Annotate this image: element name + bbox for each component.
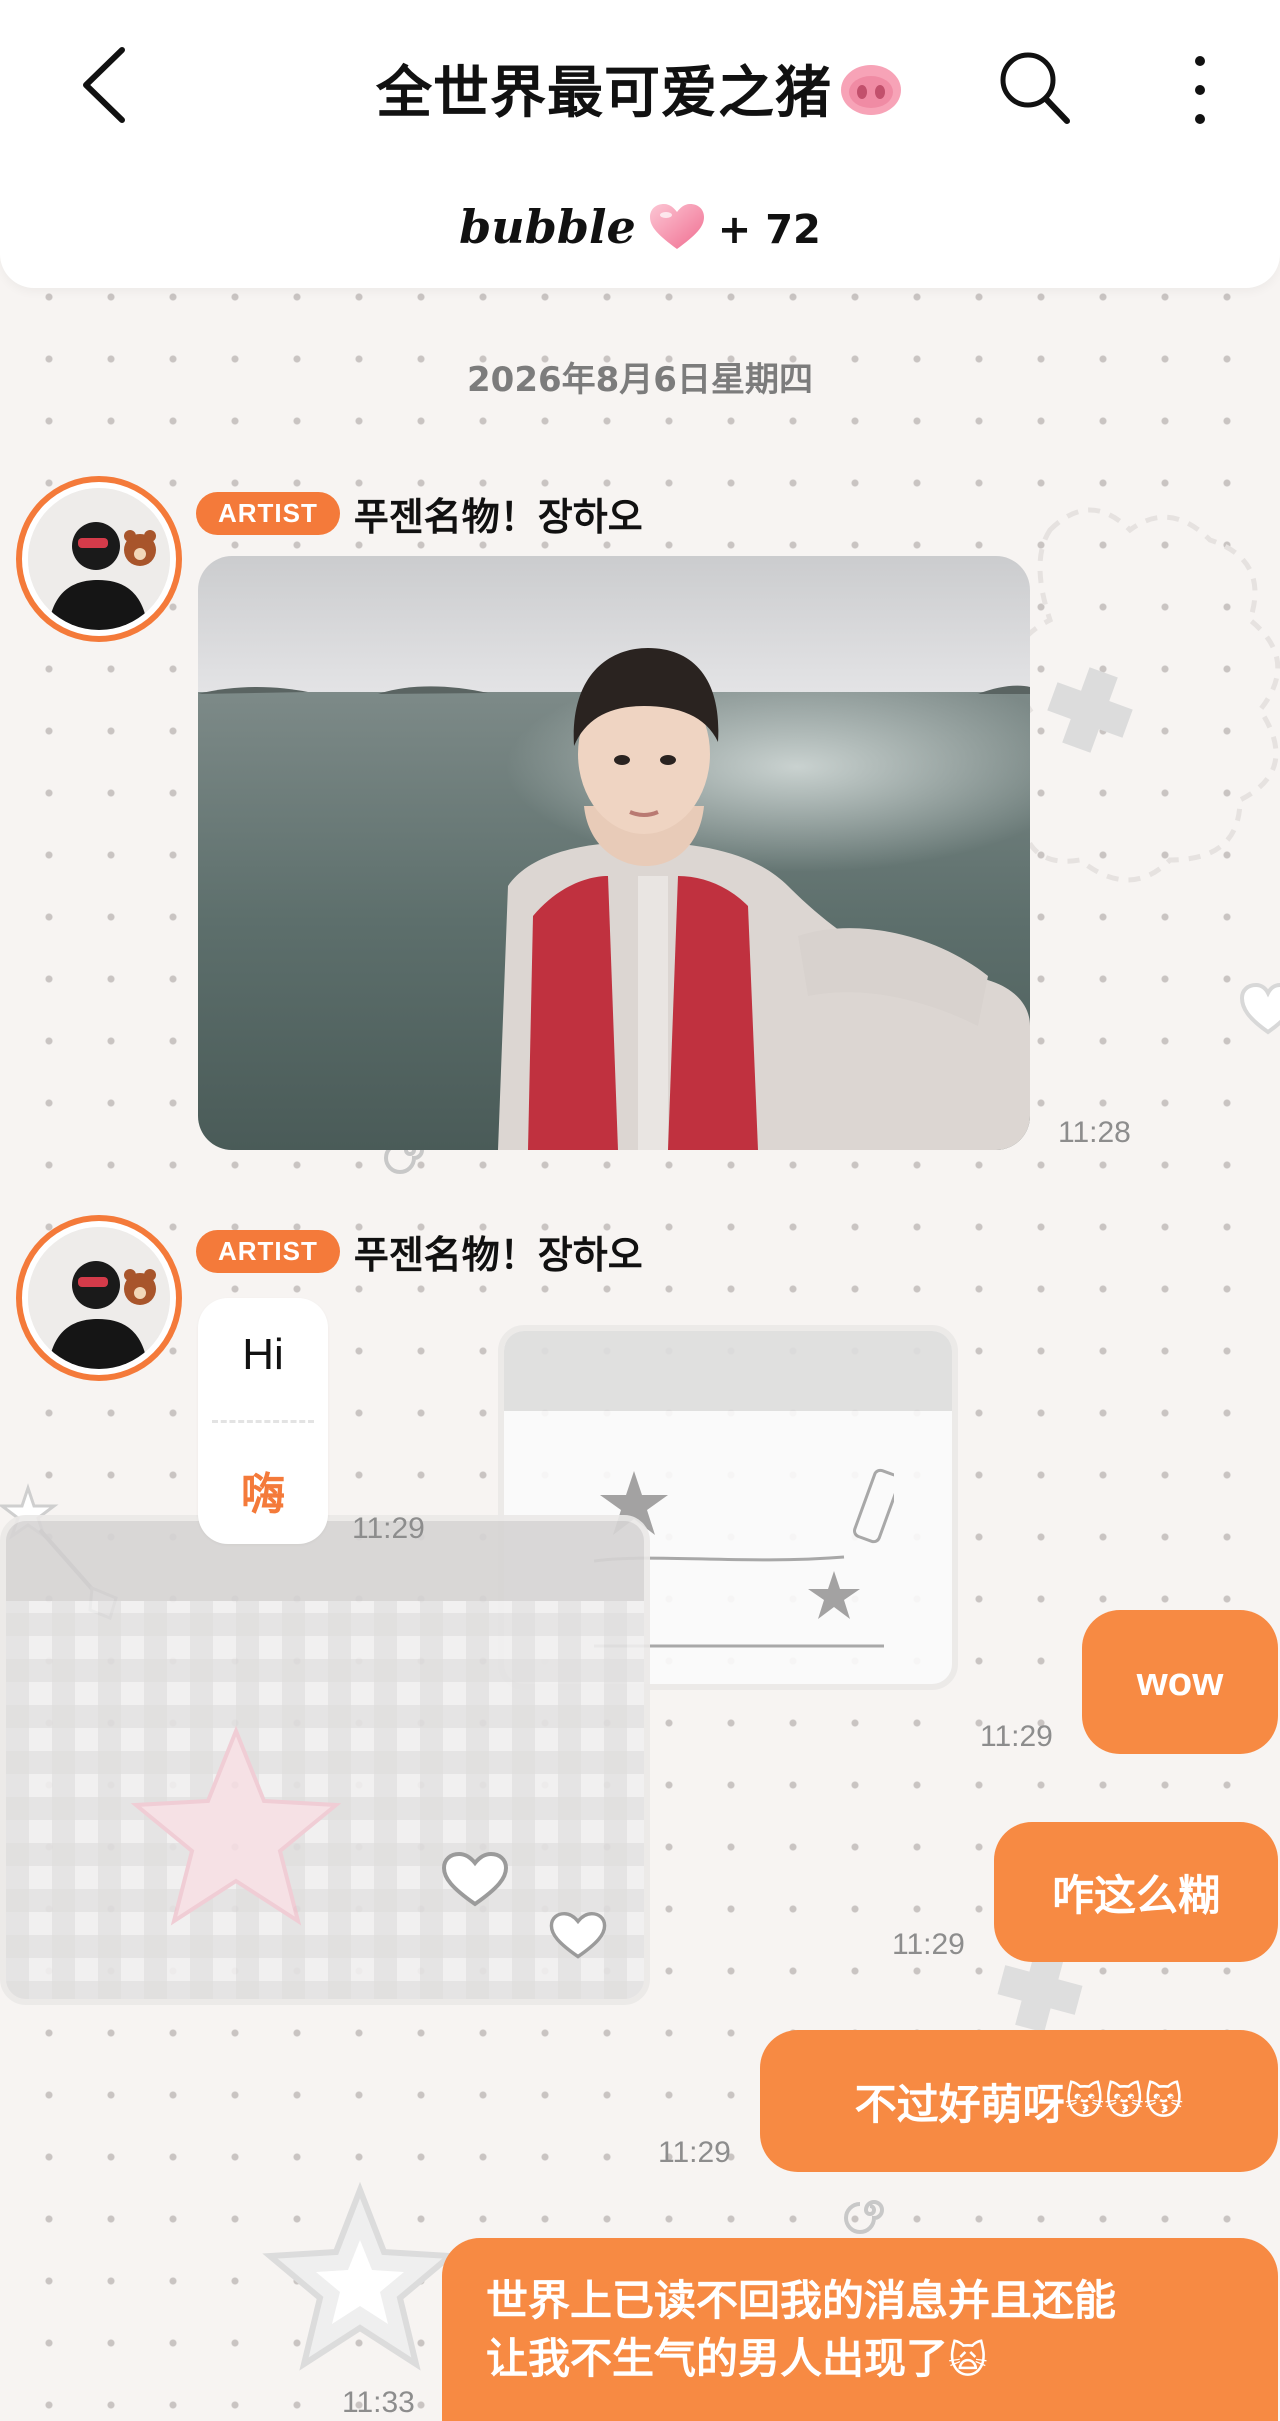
translation-divider: [212, 1420, 314, 1423]
outgoing-message-text: wow: [1136, 1659, 1224, 1704]
message-time: 11:28: [1058, 1116, 1131, 1149]
text-message[interactable]: Hi 嗨: [198, 1298, 328, 1544]
message-translation: 嗨: [241, 1469, 285, 1520]
outgoing-message[interactable]: 咋这么糊: [994, 1822, 1278, 1962]
heart-outline-decoration: [1239, 982, 1280, 1035]
heart-icon: [646, 201, 708, 263]
sender-name: 푸젠名物！장하오: [353, 1233, 643, 1277]
spiral-decoration-2: [844, 2200, 884, 2234]
message-time: 11:29: [352, 1512, 425, 1545]
heart-sticker-decoration-2: [549, 1911, 607, 1959]
message-time: 11:29: [658, 2136, 731, 2169]
artist-badge: ARTIST: [196, 492, 340, 535]
outgoing-message[interactable]: 不过好萌呀 😽😽😽: [760, 2030, 1278, 2172]
avatar[interactable]: [16, 1215, 182, 1381]
outgoing-message-text: 咋这么糊: [1051, 1870, 1220, 1920]
selfie-photo: [198, 556, 1030, 1150]
cloud-outline-decoration: [999, 507, 1280, 883]
star-outline-decoration: [262, 2181, 458, 2371]
more-options-button[interactable]: [1180, 45, 1220, 135]
bubble-count: + 72: [717, 207, 821, 253]
chat-title-text: 全世界最可爱之猪: [376, 61, 832, 126]
bubble-logo: bubble: [459, 200, 636, 254]
search-button[interactable]: [995, 45, 1075, 130]
outgoing-message-line1: 世界上已读不回我的消息并且还能: [486, 2276, 1117, 2325]
message-time: 11:29: [892, 1928, 965, 1961]
outgoing-message-line2: 让我不生气的男人出现了: [486, 2334, 949, 2383]
outgoing-message[interactable]: 世界上已读不回我的消息并且还能 让我不生气的男人出现了🙀: [442, 2238, 1278, 2421]
avatar[interactable]: [16, 476, 182, 642]
search-icon: [1000, 52, 1070, 124]
outgoing-message-text: 不过好萌呀: [854, 2079, 1065, 2129]
weary-cat-emoji: 🙀: [948, 2338, 988, 2382]
chat-title: 全世界最可爱之猪: [0, 48, 1280, 132]
message-time: 11:29: [980, 1720, 1053, 1753]
sender-row: ARTIST 푸젠名物！장하오: [196, 486, 643, 541]
heart-sticker-decoration: [441, 1851, 509, 1907]
artist-badge: ARTIST: [196, 1230, 340, 1273]
pig-nose-icon: [838, 62, 904, 132]
message-time: 11:33: [342, 2386, 415, 2419]
date-separator: 2026年8月6日星期四: [467, 360, 813, 400]
chat-header: 全世界最可爱之猪 bubble + 72: [0, 0, 1280, 288]
photo-message[interactable]: [198, 556, 1030, 1150]
message-original-text: Hi: [242, 1330, 284, 1379]
sender-row: ARTIST 푸젠名物！장하오: [196, 1224, 643, 1279]
sender-name: 푸젠名物！장하오: [353, 495, 643, 539]
bubble-subscription-row[interactable]: bubble + 72: [0, 200, 1280, 263]
kissing-cat-emoji: 😽😽😽: [1064, 2079, 1184, 2123]
more-vertical-icon: [1195, 56, 1205, 124]
outgoing-message[interactable]: wow: [1082, 1610, 1278, 1754]
